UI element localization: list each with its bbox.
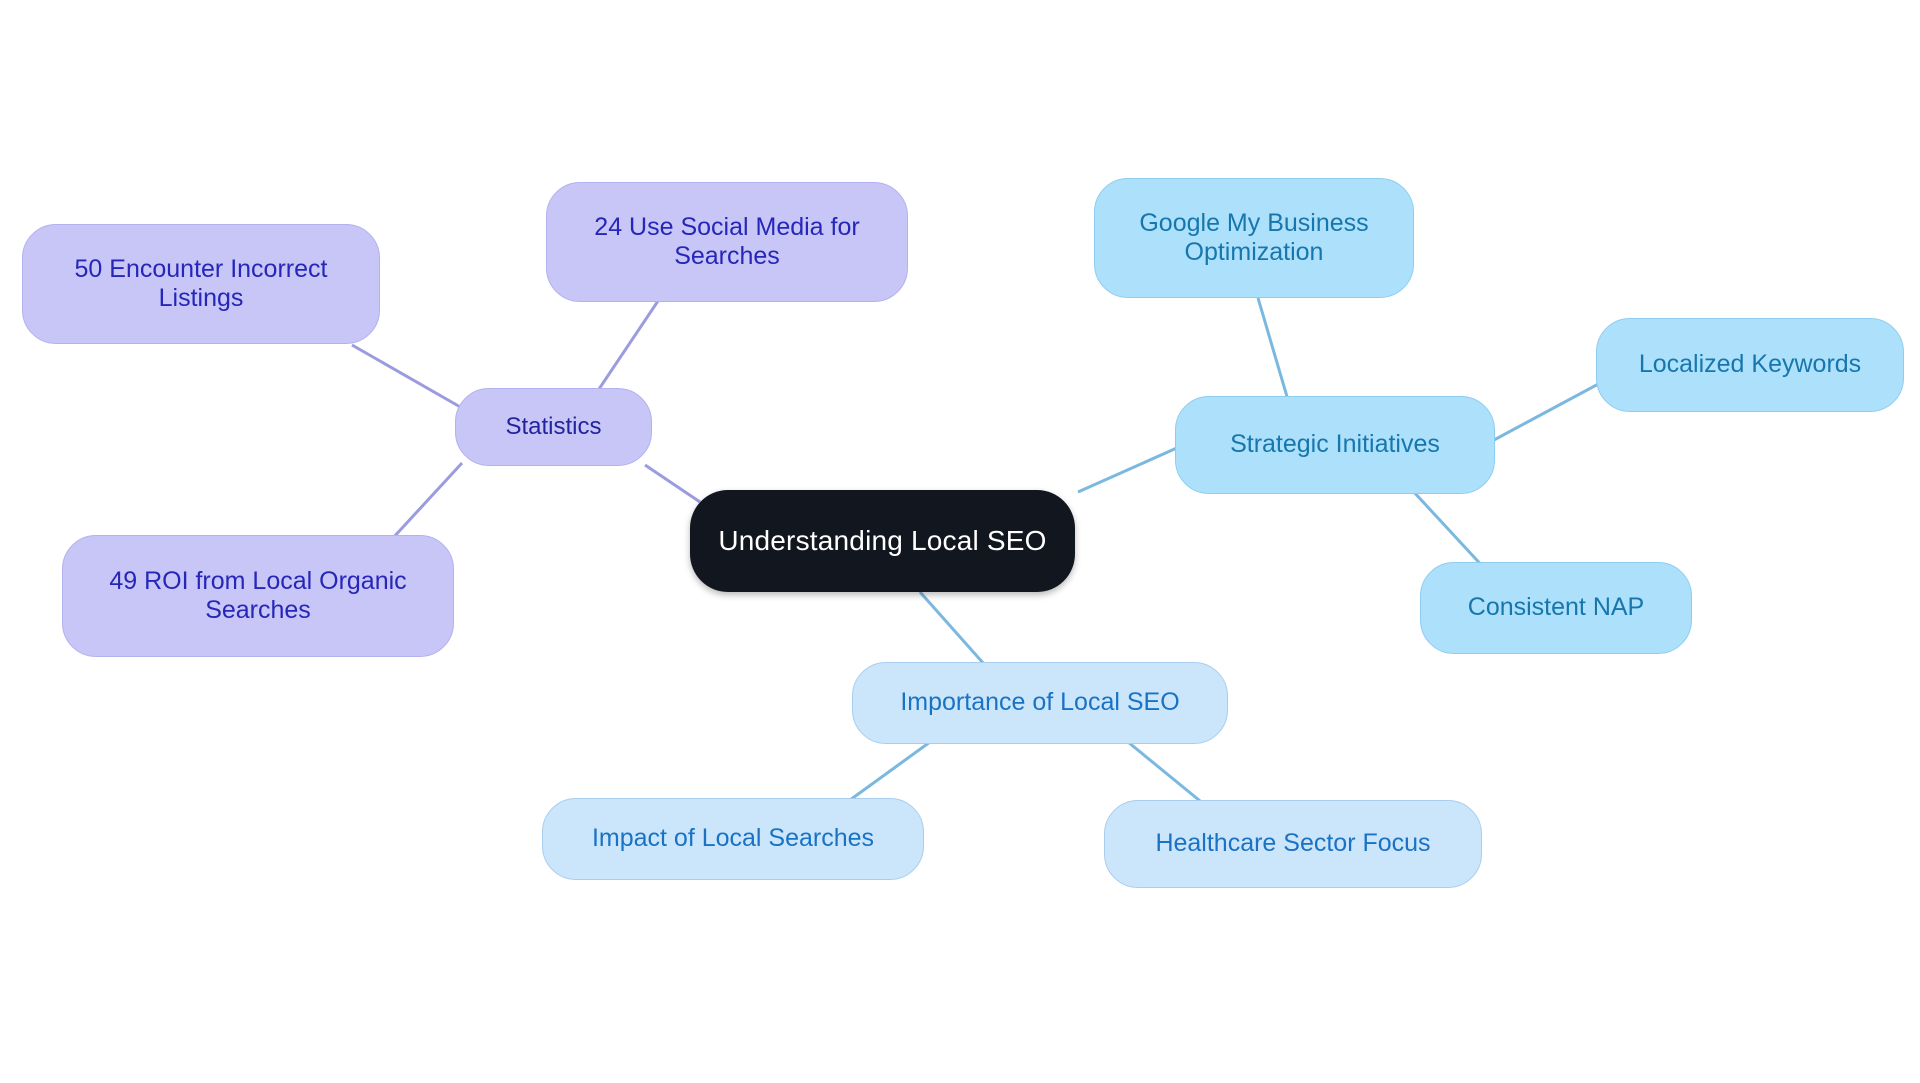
edge-root-statistics: [644, 463, 701, 504]
edge-statistics-use-social-media: [593, 297, 662, 396]
node-50-encounter-incorrect-listings[interactable]: 50 Encounter Incorrect Listings: [22, 224, 380, 344]
node-strategic-initiatives[interactable]: Strategic Initiatives: [1175, 396, 1495, 494]
node-understanding-local-seo[interactable]: Understanding Local SEO: [690, 490, 1075, 592]
mindmap-canvas: Understanding Local SEO Statistics 50 En…: [0, 0, 1920, 1083]
node-importance-of-local-seo[interactable]: Importance of Local SEO: [852, 662, 1228, 744]
node-statistics[interactable]: Statistics: [455, 388, 652, 466]
node-localized-keywords[interactable]: Localized Keywords: [1596, 318, 1904, 412]
node-24-use-social-media-for-searches[interactable]: 24 Use Social Media for Searches: [546, 182, 908, 302]
edge-importance-healthcare-sector-focus: [1127, 740, 1206, 807]
node-49-roi-from-local-organic-searches[interactable]: 49 ROI from Local Organic Searches: [62, 535, 454, 657]
edge-statistics-encounter-incorrect-listings: [351, 343, 463, 410]
edge-strategic-initiatives-localized-keywords: [1493, 380, 1603, 442]
edge-root-strategic-initiatives: [1077, 441, 1189, 494]
node-impact-of-local-searches[interactable]: Impact of Local Searches: [542, 798, 924, 880]
edge-importance-impact-local-searches: [849, 740, 931, 802]
node-consistent-nap[interactable]: Consistent NAP: [1420, 562, 1692, 654]
node-google-my-business-optimization[interactable]: Google My Business Optimization: [1094, 178, 1414, 298]
node-healthcare-sector-focus[interactable]: Healthcare Sector Focus: [1104, 800, 1482, 888]
edge-strategic-initiatives-consistent-nap: [1410, 488, 1488, 572]
edge-strategic-initiatives-google-my-business: [1256, 297, 1290, 401]
